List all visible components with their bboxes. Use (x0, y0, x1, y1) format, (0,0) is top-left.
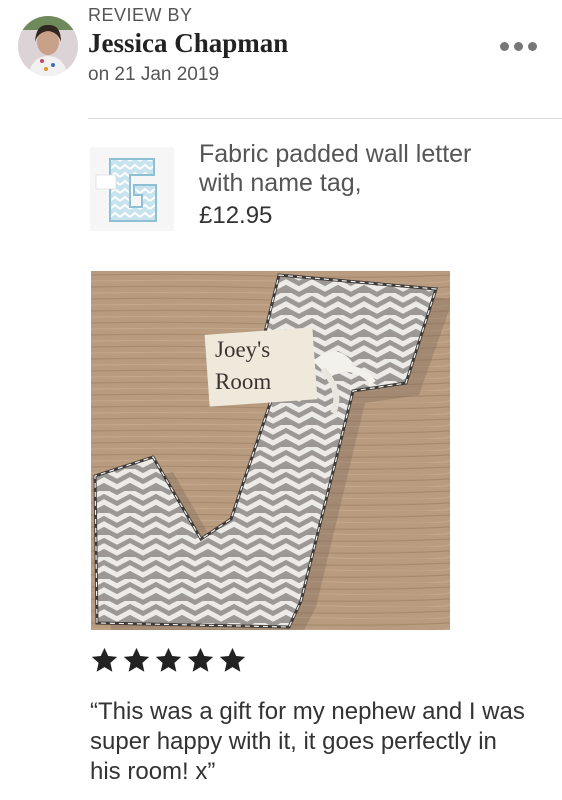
name-tag-line2: Room (215, 369, 271, 394)
star-icon (123, 647, 150, 672)
divider (88, 118, 562, 119)
star-icon (155, 647, 182, 672)
reviewer-name[interactable]: Jessica Chapman (88, 28, 288, 59)
reviewer-avatar[interactable] (18, 16, 78, 76)
star-icon (187, 647, 214, 672)
review-photo[interactable]: Joey's Room (91, 271, 453, 636)
star-rating (90, 646, 247, 675)
review-date: on 21 Jan 2019 (88, 64, 220, 85)
review-text: “This was a gift for my nephew and I was… (90, 698, 525, 785)
product-title[interactable]: Fabric padded wall letter with name tag, (199, 140, 499, 198)
review-by-label: REVIEW BY (88, 5, 193, 25)
name-tag-line1: Joey's (215, 337, 270, 362)
product-price: £12.95 (199, 202, 273, 229)
product-thumbnail[interactable] (90, 147, 174, 231)
more-options-icon[interactable] (500, 38, 544, 54)
star-icon (91, 647, 118, 672)
star-icon (219, 647, 246, 672)
